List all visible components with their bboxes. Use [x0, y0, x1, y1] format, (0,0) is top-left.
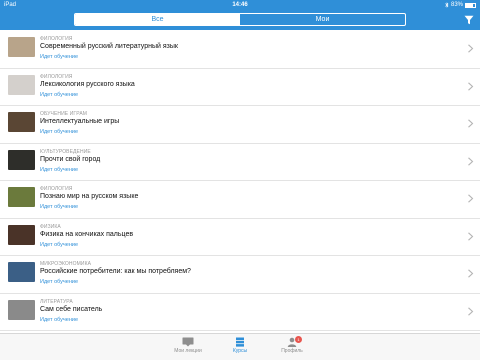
course-thumbnail [8, 299, 35, 320]
chevron-right-icon [468, 81, 474, 91]
profile-badge: 1 [295, 336, 302, 343]
course-category: ФИЗИКА [40, 223, 61, 230]
course-list: ФИЛОЛОГИЯ Современный русский литературны… [0, 31, 480, 331]
tab-my-lectures[interactable]: Мои лекции [158, 337, 218, 354]
course-thumbnail [8, 112, 35, 132]
header: Все Мои [0, 10, 480, 30]
bluetooth-icon [445, 2, 449, 8]
course-title: Российские потребители: как мы потребляе… [40, 268, 191, 275]
chevron-right-icon [468, 306, 474, 316]
tab-profile-label: Профиль [281, 348, 303, 354]
chevron-right-icon [468, 269, 474, 278]
battery-percent: 83% [450, 2, 463, 8]
chevron-right-icon [468, 156, 474, 166]
course-status: Идет обучение [40, 91, 79, 98]
course-title: Сам себе писатель [40, 305, 103, 313]
course-row[interactable]: ЛИТЕРАТУРА Сам себе писатель Идет обучение [0, 294, 480, 331]
course-category: ЛИТЕРАТУРА [40, 298, 73, 305]
course-status: Идет обучение [40, 279, 79, 285]
tab-courses-label: Курсы [232, 348, 248, 354]
course-thumbnail [8, 37, 35, 57]
battery-icon [465, 2, 476, 8]
course-category: МИКРОЭКОНОМИКА [40, 261, 92, 267]
chevron-right-icon [468, 119, 474, 128]
course-status: Идет обучение [40, 54, 79, 60]
segment-mine[interactable]: Мои [240, 14, 405, 25]
lectures-icon [182, 337, 194, 347]
chevron-right-icon [468, 194, 474, 203]
course-title: Интеллектуальные игры [40, 118, 120, 125]
course-category: ФИЛОЛОГИЯ [40, 186, 73, 192]
status-bar: iPad 14:46 83% [0, 0, 480, 10]
chevron-right-icon [468, 231, 474, 241]
course-category: ФИЛОЛОГИЯ [40, 73, 73, 80]
course-row[interactable]: ФИЛОЛОГИЯ Познаю мир на русском языке Идет… [0, 181, 480, 219]
chevron-right-icon [468, 44, 474, 53]
tab-my-lectures-label: Мои лекции [174, 348, 202, 354]
course-title: Современный русский литературный язык [40, 43, 178, 50]
course-title: Лексикология русского языка [40, 80, 135, 88]
course-thumbnail [8, 224, 35, 245]
course-status: Идет обучение [40, 204, 79, 210]
segment-all[interactable]: Все [75, 14, 240, 25]
course-status: Идет обучение [40, 316, 79, 323]
course-title: Познаю мир на русском языке [40, 193, 139, 200]
course-row[interactable]: ФИЛОЛОГИЯ Современный русский литературны… [0, 31, 480, 69]
course-row[interactable]: КУЛЬТУРОВЕДЕНИЕ Прочти свой город Идет обу… [0, 144, 480, 181]
status-right: 83% [445, 0, 476, 10]
course-status: Идет обучение [40, 166, 79, 173]
course-thumbnail [8, 187, 35, 207]
segmented-control: Все Мои [74, 13, 406, 26]
course-thumbnail [8, 149, 35, 170]
course-row[interactable]: ФИЛОЛОГИЯ Лексикология русского языка Идет… [0, 69, 480, 106]
course-status: Идет обучение [40, 241, 79, 248]
filter-icon[interactable] [464, 15, 474, 25]
course-category: КУЛЬТУРОВЕДЕНИЕ [40, 148, 91, 155]
course-row[interactable]: МИКРОЭКОНОМИКА Российские потребители: ка… [0, 256, 480, 294]
course-title: Прочти свой город [40, 155, 101, 163]
course-title: Физика на кончиках пальцев [40, 230, 134, 238]
course-row[interactable]: ОБУЧЕНИЕ ИГРАМ Интеллектуальные игры Идет … [0, 106, 480, 144]
course-status: Идет обучение [40, 129, 79, 135]
course-thumbnail [8, 74, 35, 95]
courses-icon [236, 337, 244, 347]
course-thumbnail [8, 262, 35, 282]
status-time: 14:46 [232, 2, 248, 8]
course-row[interactable]: ФИЗИКА Физика на кончиках пальцев Идет обу… [0, 219, 480, 256]
course-category: ФИЛОЛОГИЯ [40, 36, 73, 42]
tab-courses[interactable]: Курсы [210, 337, 270, 354]
course-category: ОБУЧЕНИЕ ИГРАМ [40, 111, 88, 117]
tab-bar: Мои лекции Курсы 1 Профиль [0, 333, 480, 360]
tab-profile[interactable]: 1 Профиль [262, 336, 322, 354]
